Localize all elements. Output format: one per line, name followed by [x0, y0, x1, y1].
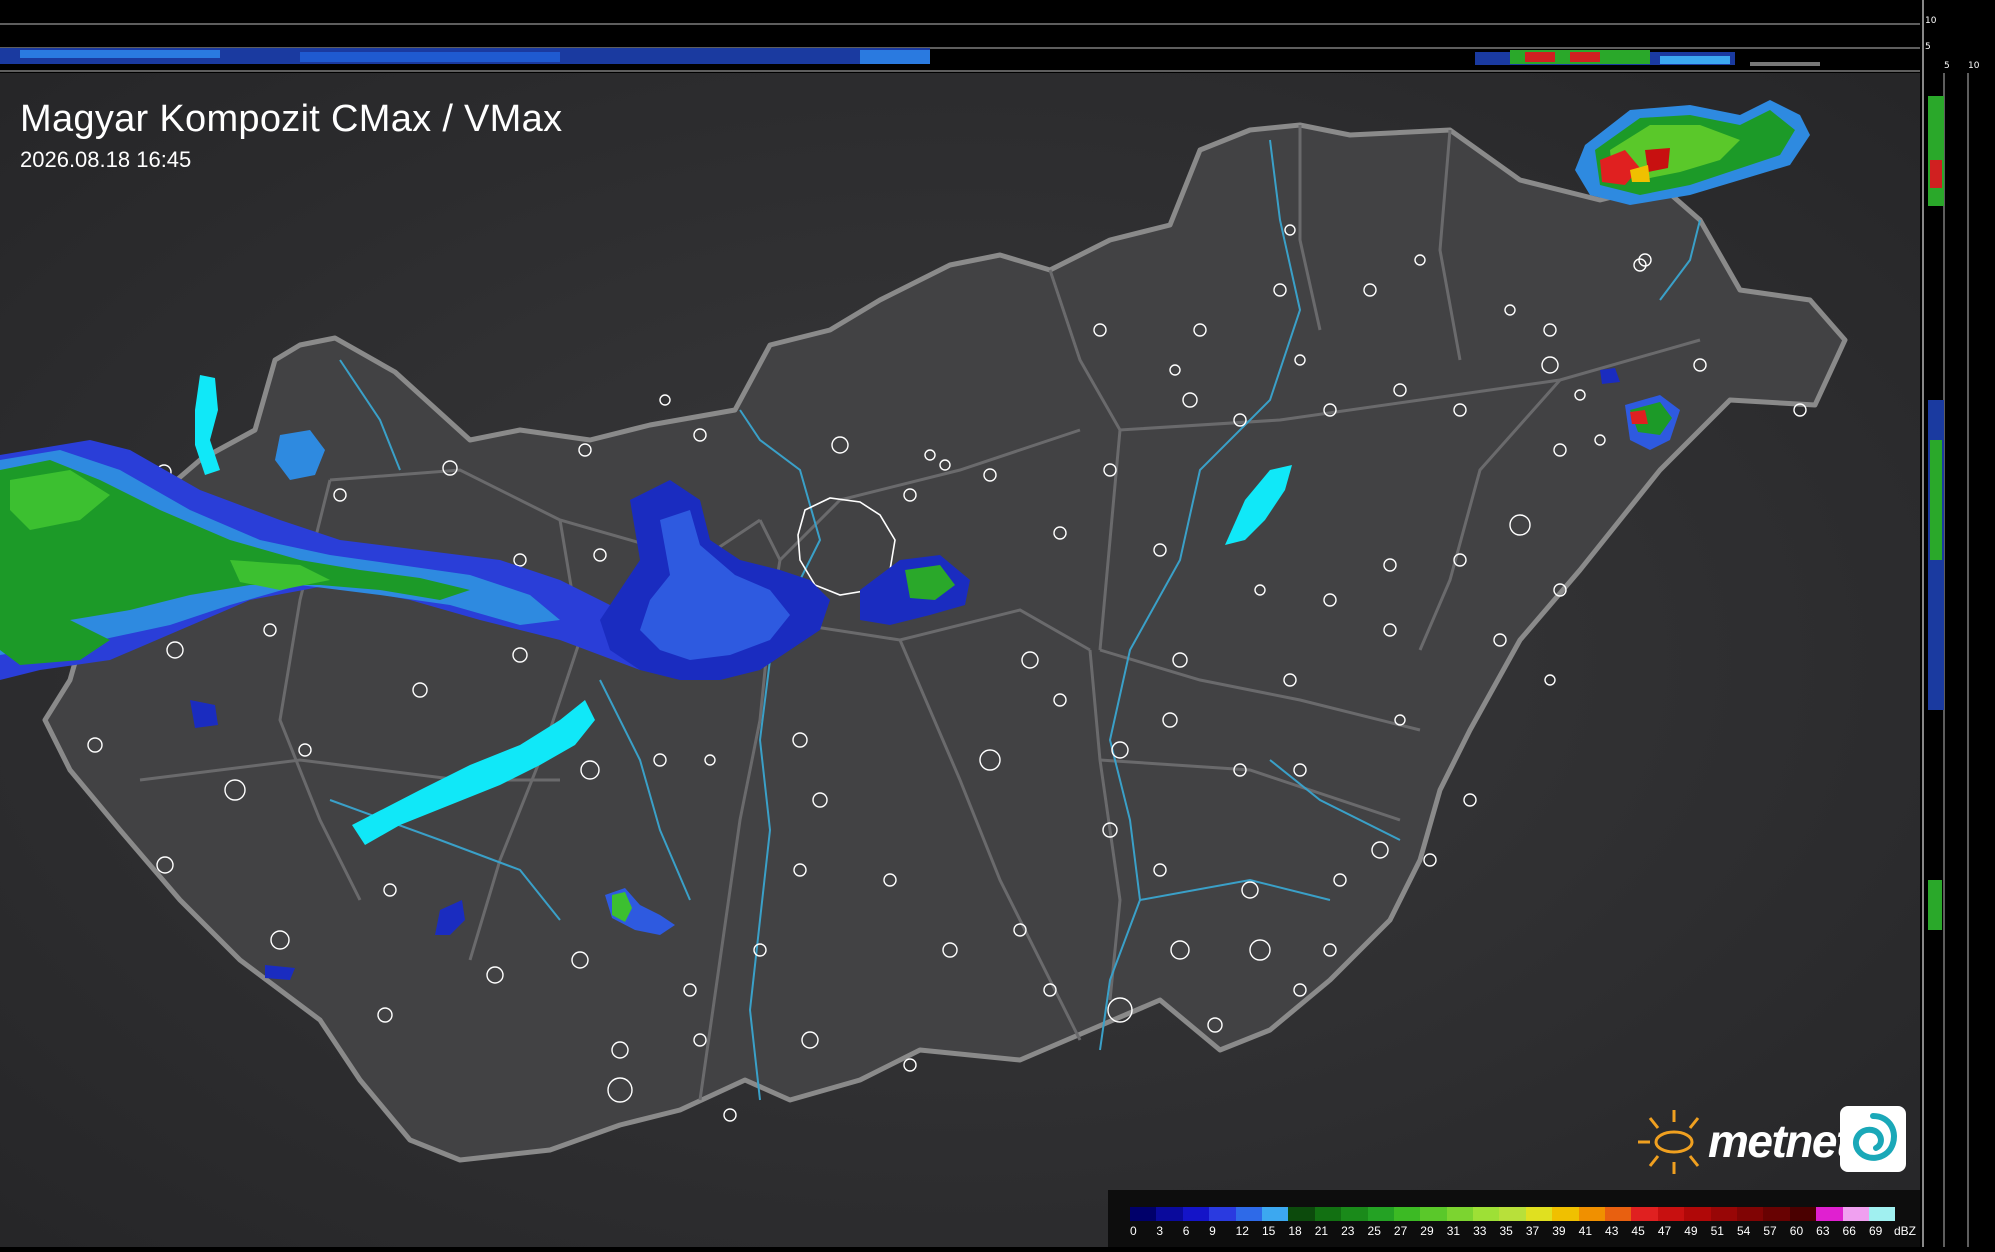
- side-profile-strip: [1922, 0, 1995, 1247]
- metnet-logo: metnet: [1636, 1104, 1908, 1176]
- legend-unit: dBZ: [1894, 1224, 1917, 1238]
- top-profile-svg: [0, 23, 1920, 72]
- legend-tick-label: 69: [1868, 1224, 1883, 1238]
- legend-swatch: [1789, 1207, 1817, 1221]
- legend-tick-label: 66: [1842, 1224, 1856, 1238]
- legend-tick-label: 6: [1182, 1224, 1190, 1238]
- legend-tick-label: 12: [1235, 1224, 1249, 1238]
- legend-swatch: [1631, 1207, 1658, 1221]
- radar-map-svg: [0, 73, 1920, 1247]
- legend-tick-label: 21: [1314, 1224, 1329, 1238]
- legend-tick-label: 49: [1684, 1224, 1698, 1238]
- legend-tick-label: 39: [1552, 1224, 1566, 1238]
- legend-tick-label: 37: [1525, 1224, 1540, 1238]
- legend-tick-label: 3: [1156, 1224, 1164, 1238]
- legend-swatch: [1657, 1207, 1685, 1221]
- legend-tick-label: 29: [1420, 1224, 1434, 1238]
- legend-swatch: [1552, 1207, 1579, 1221]
- legend-tick-label: 35: [1499, 1224, 1513, 1238]
- legend-swatch: [1842, 1207, 1869, 1221]
- radar-map[interactable]: [0, 73, 1920, 1247]
- legend-tick-label: 57: [1763, 1224, 1777, 1238]
- legend-tick-label: 25: [1367, 1224, 1381, 1238]
- legend-swatch: [1525, 1207, 1553, 1221]
- legend-tick-label: 41: [1578, 1224, 1592, 1238]
- legend-swatch: [1235, 1207, 1262, 1221]
- map-title: Magyar Kompozit CMax / VMax: [20, 98, 563, 140]
- legend-swatch: [1261, 1207, 1289, 1221]
- legend-swatch: [1130, 1207, 1157, 1221]
- legend-swatch: [1578, 1207, 1606, 1221]
- dbz-legend: 0 3 6 9 12 15 18 21 23 25 27 29 31 33 35 37 39 41 43 45 47 49…: [1108, 1190, 1920, 1247]
- legend-swatch: [1288, 1207, 1315, 1221]
- legend-tick-label: 9: [1209, 1224, 1216, 1238]
- strip-scale-side-5: 5: [1944, 61, 1950, 71]
- legend-tick-label: 51: [1710, 1224, 1724, 1238]
- legend-swatch: [1182, 1207, 1210, 1221]
- legend-color-bar: [1130, 1207, 1896, 1221]
- legend-swatch: [1605, 1207, 1632, 1221]
- metnet-swirl-logo-icon: [1840, 1106, 1906, 1172]
- side-profile-svg: [1928, 73, 1969, 1247]
- legend-swatch: [1156, 1207, 1183, 1221]
- top-profile-strip: [0, 0, 1920, 73]
- brand-wordmark: metnet: [1708, 1115, 1851, 1167]
- legend-tick-label: 47: [1657, 1224, 1672, 1238]
- legend-swatch: [1710, 1207, 1737, 1221]
- title-block: Magyar Kompozit CMax / VMax 2026.08.18 1…: [20, 98, 562, 173]
- legend-swatch: [1420, 1207, 1447, 1221]
- legend-swatch: [1341, 1207, 1368, 1221]
- legend-tick-label: 63: [1816, 1224, 1830, 1238]
- legend-tick-label: 18: [1288, 1224, 1302, 1238]
- legend-tick-label: 60: [1789, 1224, 1804, 1238]
- legend-tick-label: 45: [1631, 1224, 1645, 1238]
- strip-scale-top-10: 10: [1925, 16, 1937, 26]
- legend-tick-label: 0: [1130, 1224, 1137, 1238]
- legend-swatch: [1816, 1207, 1843, 1221]
- legend-swatch: [1736, 1207, 1764, 1221]
- legend-tick-label: 23: [1341, 1224, 1355, 1238]
- metnet-sun-logo-icon: [1638, 1110, 1700, 1174]
- legend-swatch: [1393, 1207, 1421, 1221]
- legend-swatch: [1473, 1207, 1500, 1221]
- strip-scale-top-5: 5: [1925, 42, 1931, 52]
- strip-scale-side-10: 10: [1968, 61, 1980, 71]
- legend-tick-label: 54: [1736, 1224, 1751, 1238]
- legend-tick-label: 43: [1605, 1224, 1619, 1238]
- legend-swatch: [1314, 1207, 1342, 1221]
- legend-ticks: 0 3 6 9 12 15 18 21 23 25 27 29 31 33 35 37 39 41 43 45 47 49…: [1130, 1224, 1895, 1238]
- legend-swatch: [1209, 1207, 1236, 1221]
- legend-swatch: [1763, 1207, 1790, 1221]
- legend-swatch: [1446, 1207, 1474, 1221]
- legend-swatch: [1684, 1207, 1711, 1221]
- legend-swatch: [1367, 1207, 1394, 1221]
- legend-tick-label: 31: [1446, 1224, 1461, 1238]
- legend-swatch: [1499, 1207, 1526, 1221]
- legend-tick-label: 27: [1393, 1224, 1408, 1238]
- legend-swatch: [1868, 1207, 1896, 1221]
- map-timestamp: 2026.08.18 16:45: [20, 147, 192, 172]
- legend-tick-label: 15: [1261, 1224, 1276, 1238]
- legend-tick-label: 33: [1473, 1224, 1487, 1238]
